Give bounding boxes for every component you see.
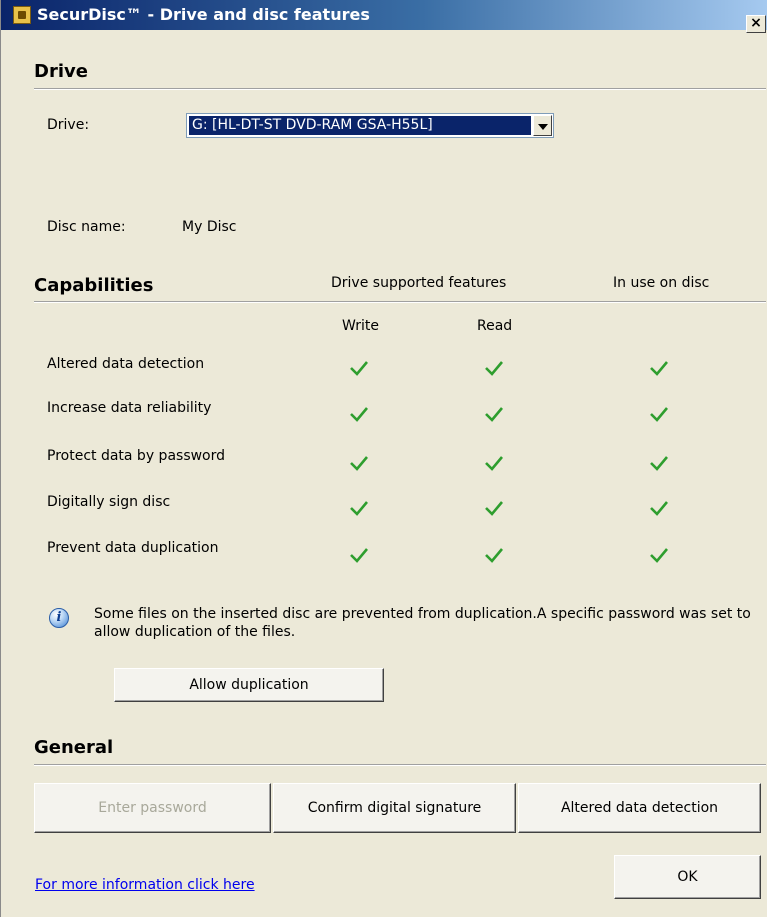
disc-name-label: Disc name: — [47, 219, 126, 235]
drive-label: Drive: — [47, 117, 90, 133]
write-column-header: Write — [342, 318, 379, 334]
write-check-icon — [349, 406, 369, 422]
capability-row-label: Protect data by password — [47, 448, 226, 464]
allow-duplication-button[interactable]: Allow duplication — [114, 668, 384, 702]
capability-row-label: Increase data reliability — [47, 400, 212, 416]
securdisc-app-icon — [13, 6, 31, 24]
read-check-icon — [484, 500, 504, 516]
drive-section-title: Drive — [34, 61, 88, 82]
in-use-check-icon — [649, 500, 669, 516]
drive-supported-features-header: Drive supported features — [331, 275, 507, 291]
in-use-check-icon — [649, 547, 669, 563]
read-column-header: Read — [477, 318, 513, 334]
capability-row-label: Altered data detection — [47, 356, 205, 372]
read-check-icon — [484, 406, 504, 422]
drive-dropdown[interactable]: G: [HL-DT-ST DVD-RAM GSA-H55L] — [186, 113, 554, 138]
capabilities-section-title: Capabilities — [34, 275, 154, 296]
write-check-icon — [349, 360, 369, 376]
ok-button[interactable]: OK — [614, 855, 761, 899]
drive-dropdown-value: G: [HL-DT-ST DVD-RAM GSA-H55L] — [188, 115, 532, 136]
info-icon: i — [49, 608, 69, 628]
close-button[interactable]: × — [746, 15, 766, 33]
capability-row-label: Prevent data duplication — [47, 540, 219, 556]
read-check-icon — [484, 455, 504, 471]
capability-row-label: Digitally sign disc — [47, 494, 171, 510]
disc-name-value: My Disc — [182, 219, 237, 235]
in-use-check-icon — [649, 455, 669, 471]
read-check-icon — [484, 547, 504, 563]
duplication-info-message: Some files on the inserted disc are prev… — [94, 606, 751, 640]
more-info-link[interactable]: For more information click here — [35, 877, 255, 893]
general-section-divider — [34, 764, 766, 766]
window-title: SecurDisc™ - Drive and disc features — [37, 5, 370, 24]
chevron-down-icon[interactable] — [533, 115, 552, 136]
enter-password-button[interactable]: Enter password — [34, 783, 271, 833]
drive-section-divider — [34, 88, 766, 90]
write-check-icon — [349, 500, 369, 516]
title-bar[interactable]: SecurDisc™ - Drive and disc features — [1, 0, 767, 30]
capabilities-section-divider — [34, 301, 766, 303]
dialog-window: SecurDisc™ - Drive and disc features × D… — [0, 0, 767, 917]
general-section-title: General — [34, 737, 114, 758]
read-check-icon — [484, 360, 504, 376]
in-use-check-icon — [649, 360, 669, 376]
altered-data-detection-button[interactable]: Altered data detection — [518, 783, 761, 833]
in-use-on-disc-header: In use on disc — [613, 275, 710, 291]
write-check-icon — [349, 547, 369, 563]
in-use-check-icon — [649, 406, 669, 422]
write-check-icon — [349, 455, 369, 471]
confirm-digital-signature-button[interactable]: Confirm digital signature — [273, 783, 516, 833]
